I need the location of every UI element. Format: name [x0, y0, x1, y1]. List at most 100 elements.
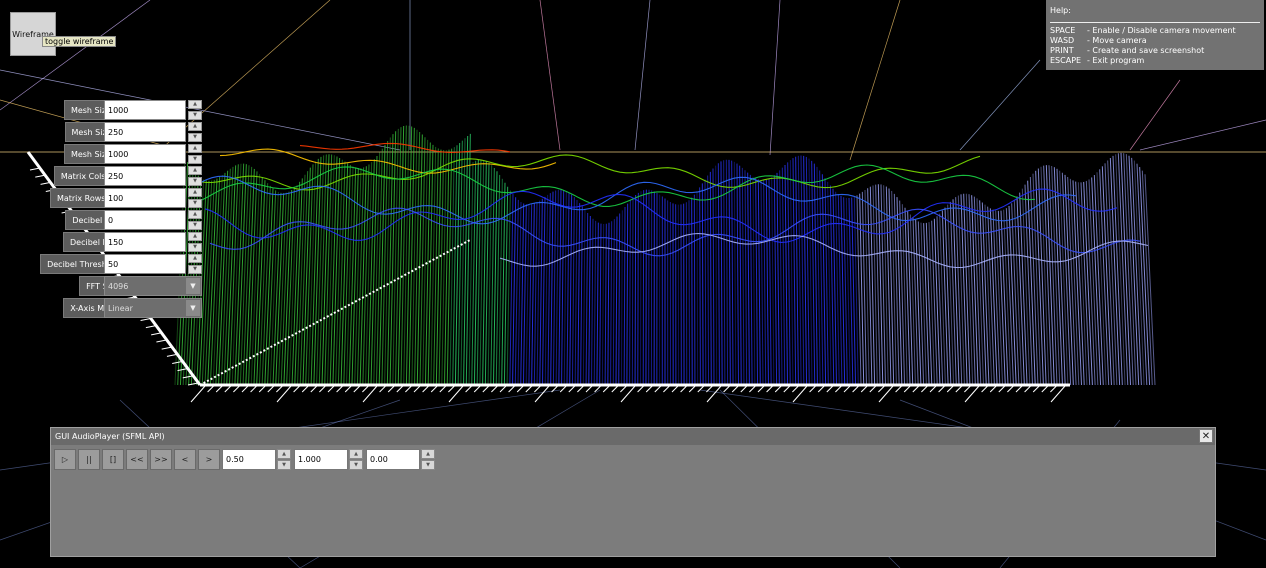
stop-button[interactable]: [] — [102, 449, 124, 470]
chevron-down-icon[interactable]: ▼ — [186, 278, 200, 294]
spectrum-column — [781, 167, 786, 386]
next-button[interactable]: > — [198, 449, 220, 470]
x-axis-tick — [749, 385, 756, 393]
spectrum-column — [891, 190, 897, 386]
rewind-button[interactable]: << — [126, 449, 148, 470]
spin-up-icon[interactable]: ▲ — [188, 166, 202, 175]
spectrum-column — [435, 149, 442, 386]
z-axis-tick — [166, 353, 178, 357]
spectrum-column — [607, 222, 610, 386]
previous-button[interactable]: < — [174, 449, 196, 470]
x-axis-tick — [267, 385, 275, 393]
previous-icon: < — [181, 455, 189, 464]
decibel-threshold-input[interactable] — [104, 254, 186, 274]
x-axis-mode-value: Linear — [108, 303, 133, 313]
mesh-size-y-input[interactable] — [104, 122, 186, 142]
spin-up-icon[interactable]: ▲ — [277, 449, 291, 459]
decibel-max-input[interactable] — [104, 232, 186, 252]
spectrum-column — [792, 158, 797, 386]
position-input[interactable] — [366, 449, 420, 470]
decibel-threshold-spinner[interactable]: ▲ ▼ — [188, 254, 202, 274]
spin-down-icon[interactable]: ▼ — [277, 460, 291, 470]
position-spinner[interactable]: ▲ ▼ — [421, 449, 435, 470]
spectrum-column — [392, 128, 399, 386]
matrix-rows-input[interactable] — [104, 188, 186, 208]
spin-down-icon[interactable]: ▼ — [188, 111, 202, 120]
spectrum-column — [640, 191, 642, 386]
fft-size-select[interactable]: 4096 ▼ — [104, 276, 202, 296]
spin-down-icon[interactable]: ▼ — [188, 221, 202, 230]
x-axis-tick — [499, 385, 507, 393]
x-axis-tick — [731, 385, 739, 393]
spin-down-icon[interactable]: ▼ — [421, 460, 435, 470]
volume-input[interactable] — [222, 449, 276, 470]
x-axis-tick — [525, 385, 533, 393]
z-axis-tick — [161, 346, 172, 350]
pause-button[interactable]: || — [78, 449, 100, 470]
x-axis-tick — [387, 385, 395, 393]
spectrum-column — [550, 191, 554, 386]
x-axis-tick — [938, 385, 945, 393]
volume-spinner[interactable]: ▲ ▼ — [277, 449, 291, 470]
x-axis-tick — [740, 385, 748, 393]
spectrum-column — [1131, 157, 1142, 386]
decibel-max-spinner[interactable]: ▲ ▼ — [188, 232, 202, 252]
mesh-size-x-spinner[interactable]: ▲ ▼ — [188, 100, 202, 120]
mesh-size-z-spinner[interactable]: ▲ ▼ — [188, 144, 202, 164]
spin-down-icon[interactable]: ▼ — [188, 177, 202, 186]
mesh-size-z-input[interactable] — [104, 144, 186, 164]
pitch-input[interactable] — [294, 449, 348, 470]
setting-decibel-threshold: Decibel Threshold ▲▼ — [26, 254, 204, 274]
audio-player-titlebar[interactable]: GUI AudioPlayer (SFML API) ✕ — [51, 428, 1215, 445]
mesh-size-x-input[interactable] — [104, 100, 186, 120]
matrix-cols-spinner[interactable]: ▲ ▼ — [188, 166, 202, 186]
x-axis-tick — [826, 385, 834, 393]
close-button[interactable]: ✕ — [1199, 429, 1213, 443]
spin-up-icon[interactable]: ▲ — [188, 254, 202, 263]
spectrum-column — [947, 204, 955, 386]
x-axis-tick — [293, 385, 300, 393]
decibel-min-spinner[interactable]: ▲ ▼ — [188, 210, 202, 230]
x-axis-tick — [637, 385, 644, 393]
spin-down-icon[interactable]: ▼ — [188, 243, 202, 252]
spectrum-column — [566, 192, 570, 386]
spin-up-icon[interactable]: ▲ — [188, 122, 202, 131]
spin-up-icon[interactable]: ▲ — [188, 144, 202, 153]
spin-up-icon[interactable]: ▲ — [188, 210, 202, 219]
spin-up-icon[interactable]: ▲ — [188, 100, 202, 109]
matrix-cols-input[interactable] — [104, 166, 186, 186]
help-row: SPACE - Enable / Disable camera movement — [1050, 26, 1236, 35]
spectrum-column — [539, 198, 543, 386]
spectrum-column — [563, 191, 567, 386]
spin-down-icon[interactable]: ▼ — [188, 265, 202, 274]
decibel-min-input[interactable] — [104, 210, 186, 230]
spectrum-column — [893, 193, 900, 386]
spectrum-column — [728, 159, 731, 386]
spectrum-column — [1141, 170, 1153, 386]
x-axis-tick — [276, 385, 283, 393]
spectrum-column — [631, 197, 634, 386]
wireframe-toggle-button[interactable]: Wireframe — [10, 12, 56, 56]
mesh-size-y-spinner[interactable]: ▲ ▼ — [188, 122, 202, 142]
spectrum-column — [811, 160, 816, 386]
x-axis-mode-select[interactable]: Linear ▼ — [104, 298, 202, 318]
x-axis-tick — [405, 385, 412, 393]
chevron-down-icon[interactable]: ▼ — [186, 300, 200, 316]
spectrum-column — [577, 203, 581, 386]
matrix-rows-spinner[interactable]: ▲ ▼ — [188, 188, 202, 208]
spin-up-icon[interactable]: ▲ — [349, 449, 363, 459]
x-axis-tick — [465, 385, 472, 393]
spin-down-icon[interactable]: ▼ — [188, 155, 202, 164]
play-button[interactable]: ▷ — [54, 449, 76, 470]
spin-down-icon[interactable]: ▼ — [349, 460, 363, 470]
grid-line — [959, 59, 1041, 151]
fast-forward-button[interactable]: >> — [150, 449, 172, 470]
spectrum-column — [701, 183, 704, 386]
spin-up-icon[interactable]: ▲ — [188, 232, 202, 241]
x-axis-tick — [353, 385, 361, 393]
pitch-spinner[interactable]: ▲ ▼ — [349, 449, 363, 470]
spin-up-icon[interactable]: ▲ — [421, 449, 435, 459]
spin-down-icon[interactable]: ▼ — [188, 199, 202, 208]
spin-up-icon[interactable]: ▲ — [188, 188, 202, 197]
spin-down-icon[interactable]: ▼ — [188, 133, 202, 142]
